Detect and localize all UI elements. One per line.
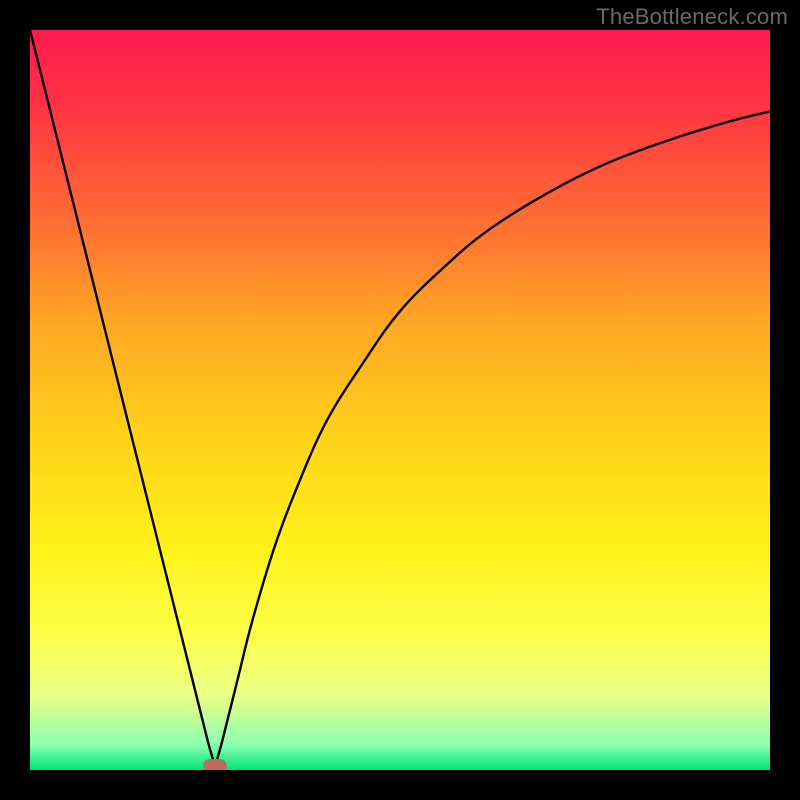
watermark-text: TheBottleneck.com (596, 4, 788, 30)
plot-area (30, 30, 770, 770)
chart-frame: TheBottleneck.com (0, 0, 800, 800)
minimum-marker (203, 759, 227, 770)
background-gradient (30, 30, 770, 770)
